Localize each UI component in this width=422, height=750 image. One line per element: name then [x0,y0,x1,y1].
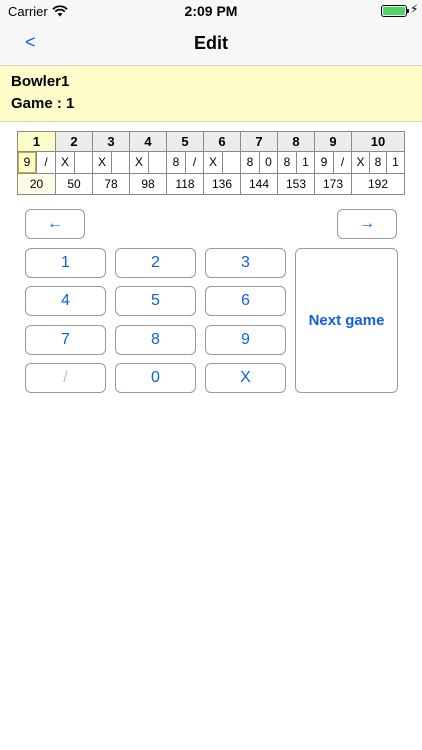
frame-rolls: X81 [352,152,404,174]
frame-7[interactable]: 7 8 0 144 [240,132,277,194]
frame-score: 118 [175,177,195,191]
roll-box[interactable]: 9 [315,152,333,173]
roll-box[interactable]: 9 [18,152,36,173]
frame-4[interactable]: 4 X 98 [129,132,166,194]
key-5-button[interactable]: 5 [115,286,196,316]
battery-charging-icon [381,5,407,17]
frame-number: 10 [352,132,404,152]
roll-box[interactable]: 1 [386,152,404,173]
game-number: Game : 1 [11,95,75,112]
key-6-button[interactable]: 6 [205,286,286,316]
frame-5[interactable]: 5 8/118 [166,132,203,194]
roll-box[interactable] [74,152,92,173]
key-1-button[interactable]: 1 [25,248,106,278]
frame-6[interactable]: 6 X 136 [203,132,240,194]
roll-box[interactable]: 8 [369,152,386,173]
roll-box[interactable]: 8 [278,152,296,173]
next-roll-button[interactable]: → [337,209,397,239]
roll-box[interactable]: X [352,152,369,173]
frame-score: 173 [322,177,344,191]
roll-box[interactable]: 1 [296,152,314,173]
roll-box[interactable] [222,152,240,173]
frame-rolls: 9/ [315,152,351,174]
frame-score: 153 [285,177,307,191]
frame-score: 50 [67,177,81,191]
frame-number: 7 [241,132,277,152]
bowler-info-panel: Bowler1 Game : 1 [0,66,422,122]
key-3-button[interactable]: 3 [205,248,286,278]
frame-rolls: 81 [278,152,314,174]
clock: 2:09 PM [184,3,238,19]
battery-cap [407,9,409,13]
frame-score: 78 [104,177,118,191]
key-4-button[interactable]: 4 [25,286,106,316]
frame-1[interactable]: 1 9/20 [18,132,55,194]
bowler-name: Bowler1 [11,73,70,90]
frame-number: 2 [56,132,92,152]
frame-rolls: X [56,152,92,174]
frame-number: 8 [278,132,314,152]
key-2-button[interactable]: 2 [115,248,196,278]
frame-rolls: X [204,152,240,174]
charging-bolt-icon: ⚡ [410,2,419,16]
frame-rolls: X [130,152,166,174]
roll-box[interactable] [148,152,166,173]
frame-number: 3 [93,132,129,152]
page-title: Edit [194,33,228,53]
frame-number: 6 [204,132,240,152]
roll-box[interactable]: / [36,152,55,173]
frame-rolls: 8/ [167,152,203,174]
frame-3[interactable]: 3 X 78 [92,132,129,194]
roll-box[interactable]: X [204,152,222,173]
frame-score: 136 [211,177,233,191]
frame-number: 5 [167,132,203,152]
frame-9[interactable]: 9 9/173 [314,132,351,194]
frame-score: 192 [367,177,389,191]
frame-rolls: 80 [241,152,277,174]
frame-2[interactable]: 2 X 50 [55,132,92,194]
frame-10[interactable]: 10 X 8 1 192 [351,132,404,194]
next-game-button[interactable]: Next game [295,248,398,393]
frame-8[interactable]: 8 8 1 153 [277,132,314,194]
roll-box[interactable]: X [130,152,148,173]
frame-score: 20 [18,174,55,194]
navigation-bar: < Edit [0,22,422,66]
status-bar: Carrier 2:09 PM ⚡ [0,0,422,22]
key-strike-button[interactable]: X [205,363,286,393]
roll-box[interactable]: X [93,152,111,173]
roll-box[interactable]: X [56,152,74,173]
frame-number: 1 [18,132,55,152]
key-0-button[interactable]: 0 [115,363,196,393]
roll-box[interactable] [111,152,129,173]
frame-number: 4 [130,132,166,152]
roll-box[interactable]: / [185,152,203,173]
roll-box[interactable]: / [333,152,351,173]
key-7-button[interactable]: 7 [25,325,106,355]
key-9-button[interactable]: 9 [205,325,286,355]
roll-box[interactable]: 0 [259,152,277,173]
frame-number: 9 [315,132,351,152]
roll-box[interactable]: 8 [241,152,259,173]
frame-rolls: X [93,152,129,174]
frame-score: 98 [141,177,155,191]
roll-box[interactable]: 8 [167,152,185,173]
key-spare-button[interactable]: / [25,363,106,393]
key-8-button[interactable]: 8 [115,325,196,355]
score-sheet: 1 9/20 2 X 50 3 X 78 4 X 98 5 8/118 6 X 136 7 8 0 144 8 8 1 153… [17,131,405,195]
previous-roll-button[interactable]: ← [25,209,85,239]
frame-score: 144 [248,177,270,191]
frame-rolls: 9/ [18,152,55,174]
